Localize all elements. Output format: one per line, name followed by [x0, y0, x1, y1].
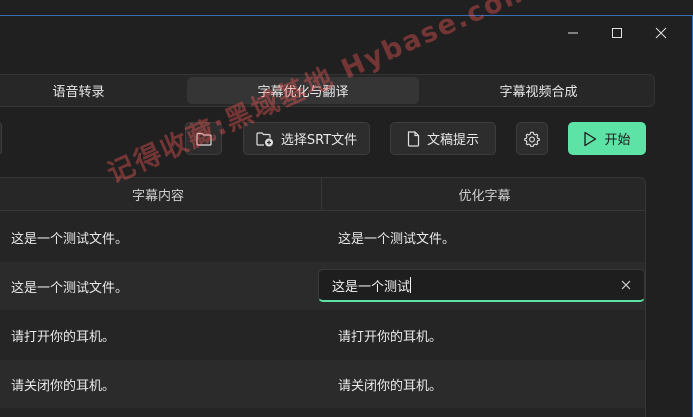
start-button[interactable]: 开始: [568, 122, 646, 155]
select-srt-button[interactable]: 选择SRT文件: [243, 122, 370, 155]
folder-add-icon: [256, 131, 273, 146]
maximize-button[interactable]: [594, 16, 640, 50]
table-row[interactable]: 请打开你的耳机。 请打开你的耳机。: [0, 311, 645, 359]
tab-bar: 语音转录 字幕优化与翻译 字幕视频合成: [0, 74, 655, 107]
cell-original[interactable]: 这是一个测试文件。: [11, 262, 128, 310]
text-caret: [410, 277, 412, 293]
tab-video-synthesis[interactable]: 字幕视频合成: [461, 77, 616, 104]
minimize-icon: [568, 32, 578, 34]
close-icon: [655, 27, 667, 39]
cell-edit-text[interactable]: 这是一个测试: [332, 276, 410, 295]
table-header: 字幕内容 优化字幕: [0, 178, 645, 211]
tab-transcription[interactable]: 语音转录: [1, 77, 156, 104]
clear-edit-button[interactable]: [618, 277, 634, 293]
table-row[interactable]: 请关闭你的耳机。 请关闭你的耳机。: [0, 360, 645, 408]
input-field-edge[interactable]: [0, 122, 2, 155]
cell-optimized[interactable]: 请关闭你的耳机。: [338, 360, 442, 408]
maximize-icon: [612, 28, 622, 38]
table-row[interactable]: 这是一个测试文件。 这是一个测试文件。: [0, 213, 645, 261]
start-label: 开始: [604, 133, 631, 148]
cell-original[interactable]: 请打开你的耳机。: [11, 311, 115, 359]
cell-optimized[interactable]: 请打开你的耳机。: [338, 311, 442, 359]
document-icon: [407, 130, 420, 147]
subtitle-table: 字幕内容 优化字幕 这是一个测试文件。 这是一个测试文件。 这是一个测试文件。 …: [0, 177, 646, 417]
folder-icon: [195, 132, 212, 146]
clear-icon: [621, 280, 631, 290]
minimize-button[interactable]: [550, 16, 596, 50]
open-folder-button[interactable]: [185, 122, 222, 155]
tab-subtitle-optimize[interactable]: 字幕优化与翻译: [187, 77, 419, 104]
column-header-optimized: 优化字幕: [458, 189, 511, 204]
prompt-label: 文稿提示: [426, 133, 479, 148]
cell-original[interactable]: 请关闭你的耳机。: [11, 360, 115, 408]
column-header-original: 字幕内容: [0, 178, 322, 211]
settings-button[interactable]: [516, 122, 548, 155]
cell-edit-field[interactable]: 这是一个测试: [318, 269, 645, 302]
cell-original[interactable]: 这是一个测试文件。: [11, 213, 128, 261]
title-bar: [0, 16, 692, 50]
close-button[interactable]: [638, 16, 684, 50]
play-icon: [584, 131, 597, 146]
gear-icon: [524, 131, 540, 147]
cell-optimized[interactable]: 这是一个测试文件。: [338, 213, 455, 261]
document-prompt-button[interactable]: 文稿提示: [390, 122, 496, 155]
select-srt-label: 选择SRT文件: [280, 133, 358, 148]
